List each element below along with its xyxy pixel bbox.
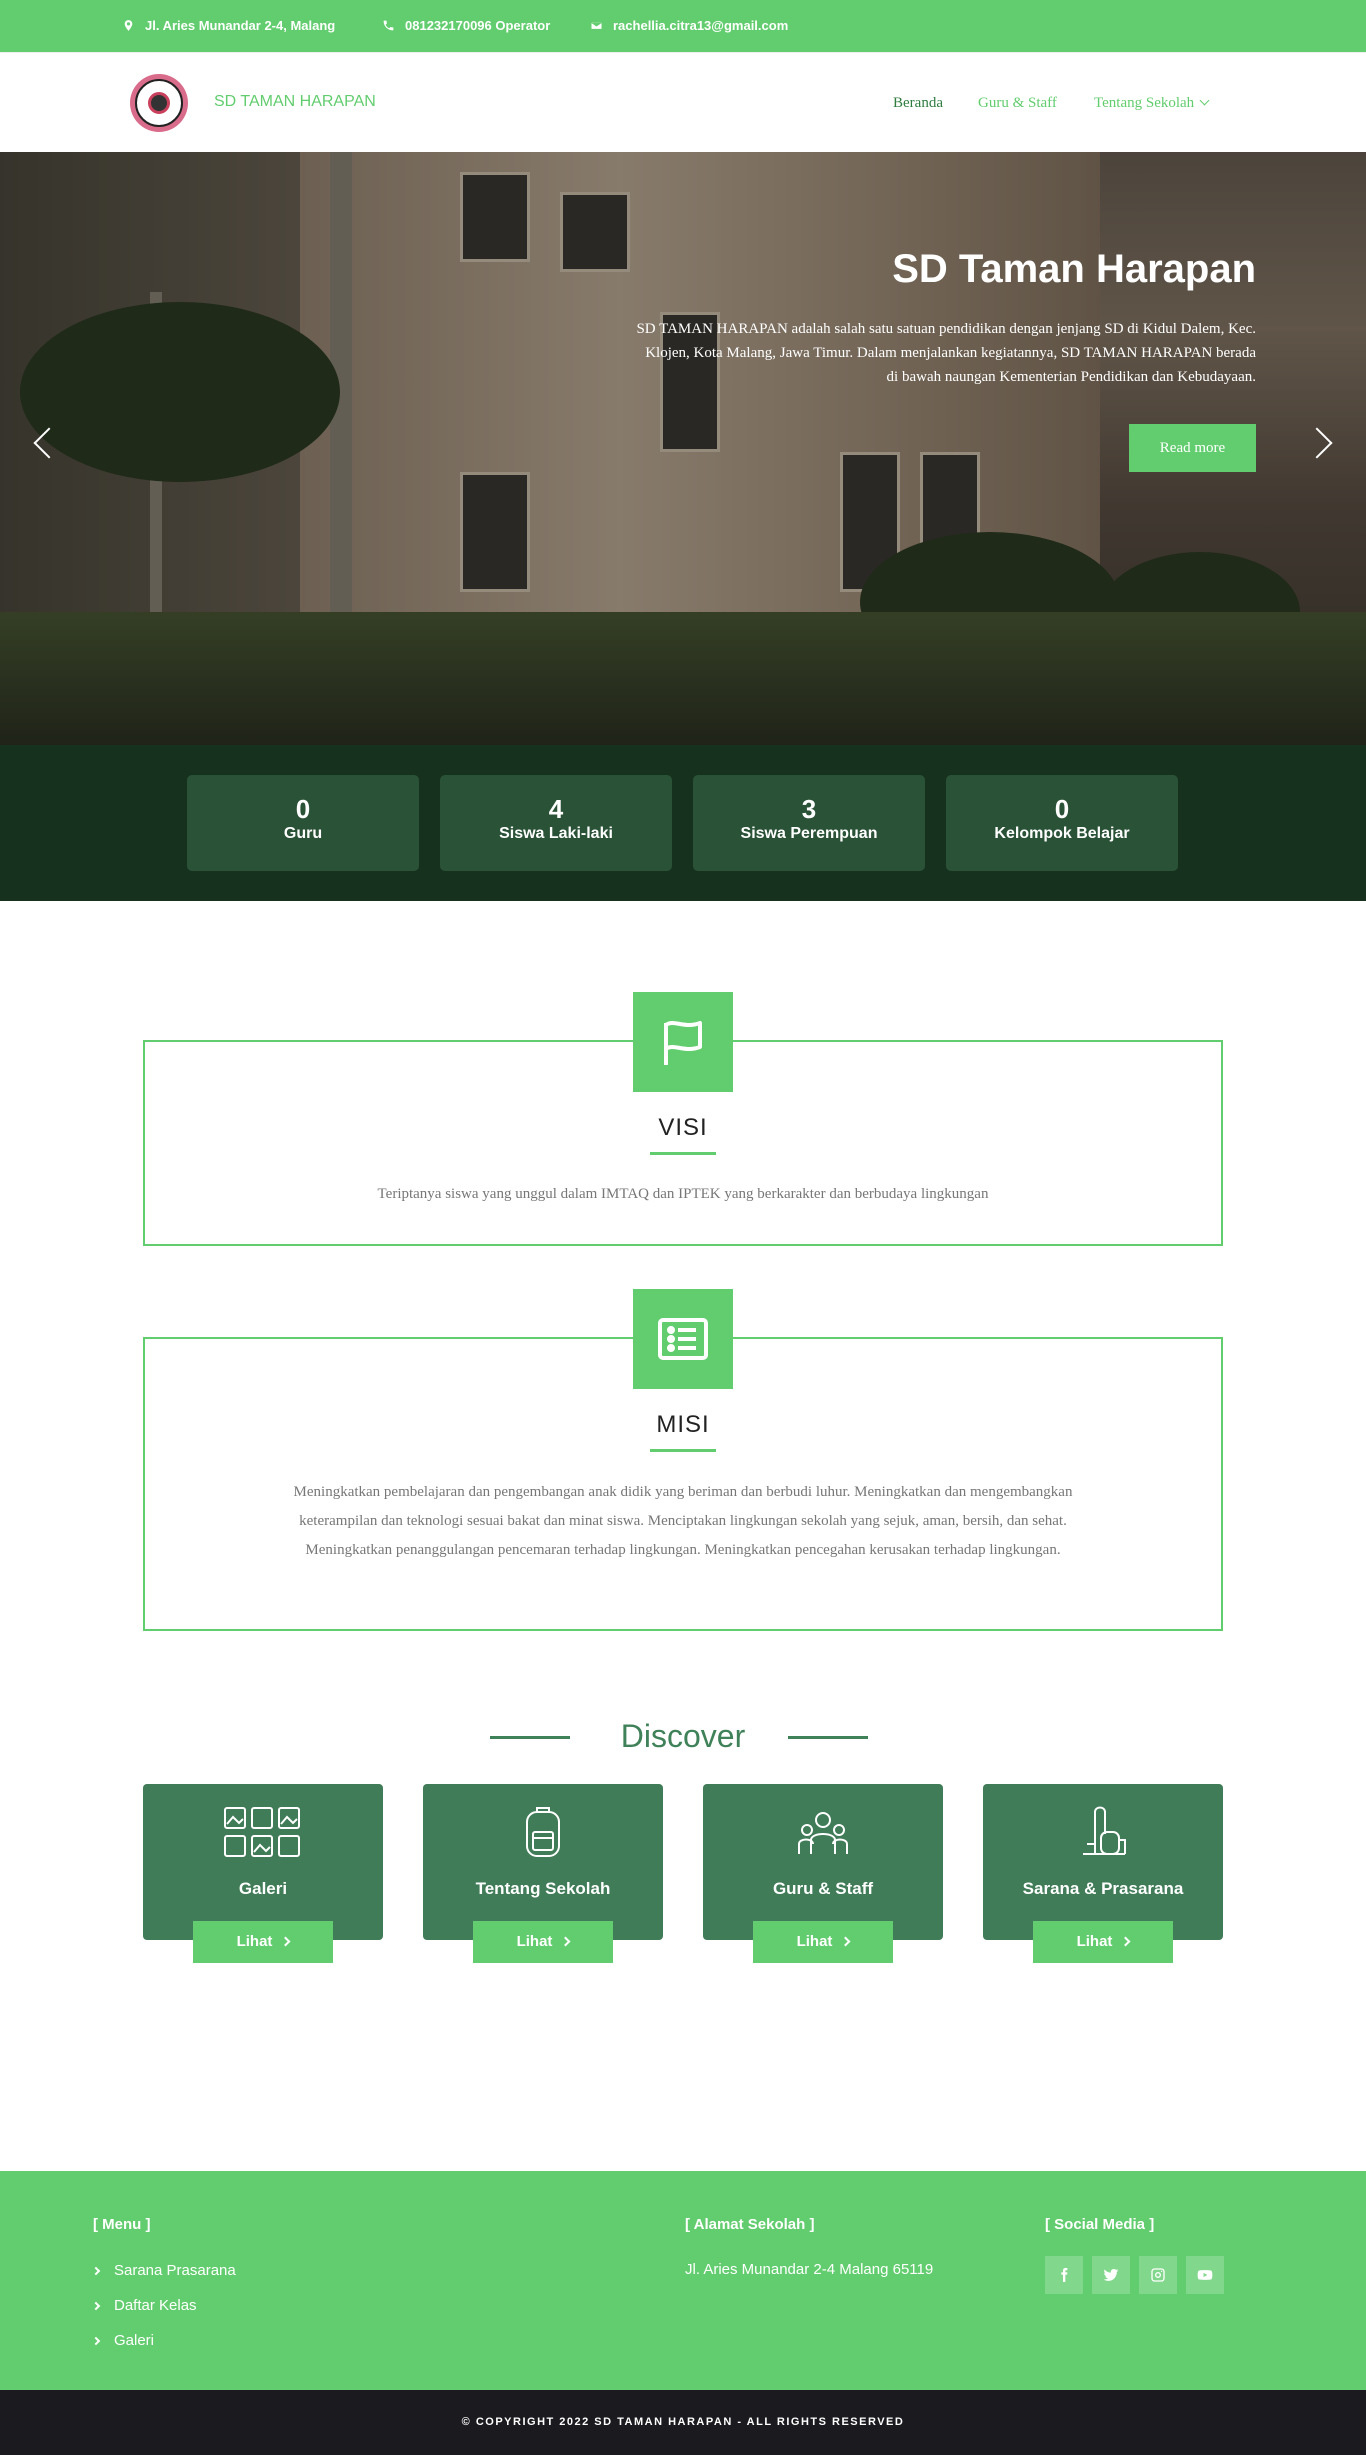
stat-value: 4: [548, 794, 564, 824]
misi-text: Meningkatkan pembelajaran dan pengembang…: [293, 1484, 1073, 1558]
read-more-button[interactable]: Read more: [1129, 424, 1256, 472]
stat-label: Siswa Perempuan: [740, 825, 878, 842]
discover-title: Discover: [620, 1718, 746, 1754]
youtube-icon: [1197, 2270, 1213, 2280]
email-info: rachellia.citra13@gmail.com: [590, 18, 788, 33]
gallery-icon: [224, 1807, 300, 1857]
footer-link-galeri[interactable]: Galeri: [91, 2332, 155, 2349]
address-text: Jl. Aries Munandar 2-4, Malang: [145, 18, 336, 33]
stat-value: 0: [295, 794, 311, 824]
instagram-icon: [1151, 2268, 1165, 2282]
card-guru-staff: Guru & Staff: [703, 1784, 943, 1940]
phone-info: 081232170096 Operator: [382, 18, 550, 33]
footer-social-heading: [ Social Media ]: [1045, 2216, 1155, 2233]
footer-link-label: Galeri: [114, 2332, 155, 2349]
card-title: Guru & Staff: [772, 1879, 874, 1898]
email-text: rachellia.citra13@gmail.com: [613, 18, 789, 33]
footer-link-label: Daftar Kelas: [114, 2297, 197, 2314]
youtube-button[interactable]: [1186, 2256, 1224, 2294]
stat-label: Siswa Laki-laki: [499, 825, 613, 842]
backpack-icon: [526, 1807, 560, 1857]
stat-label: Guru: [283, 825, 323, 842]
footer-link-sarana-prasarana[interactable]: Sarana Prasarana: [91, 2262, 236, 2279]
misi-icon-box: [633, 1289, 733, 1389]
visi-icon-box: [633, 992, 733, 1092]
twitter-button[interactable]: [1092, 2256, 1130, 2294]
visi-divider: [650, 1152, 716, 1155]
button-label: Lihat: [796, 1933, 833, 1950]
phone-icon: [383, 20, 394, 31]
stat-guru: 0 Guru: [187, 775, 419, 871]
button-label: Lihat: [1076, 1933, 1113, 1950]
guru-staff-lihat-button[interactable]: Lihat: [753, 1921, 893, 1963]
footer-link-daftar-kelas[interactable]: Daftar Kelas: [91, 2297, 197, 2314]
flag-icon: [664, 1021, 702, 1065]
card-title: Tentang Sekolah: [475, 1879, 611, 1898]
card-tentang-sekolah: Tentang Sekolah: [423, 1784, 663, 1940]
misi-title: MISI: [656, 1411, 710, 1438]
button-label: Lihat: [236, 1933, 273, 1950]
chevron-right-icon: [91, 2336, 101, 2345]
chevron-right-icon: [91, 2266, 101, 2275]
facebook-icon: [1061, 2268, 1068, 2282]
card-sarana-prasarana: Sarana & Prasarana: [983, 1784, 1223, 1940]
phone-text: 081232170096 Operator: [405, 18, 551, 33]
discover-right-line: [788, 1736, 868, 1739]
people-icon: [798, 1812, 848, 1854]
stat-value: 3: [801, 794, 817, 824]
visi-text: Teriptanya siswa yang unggul dalam IMTAQ…: [377, 1186, 989, 1202]
school-logo[interactable]: [130, 74, 188, 132]
chevron-right-icon: [560, 1936, 571, 1947]
chevron-down-icon: [1199, 95, 1210, 106]
address-info: Jl. Aries Munandar 2-4, Malang: [122, 18, 335, 33]
footer-address: Jl. Aries Munandar 2-4 Malang 65119: [685, 2261, 934, 2278]
brand-name[interactable]: SD TAMAN HARAPAN: [214, 93, 376, 111]
card-title: Sarana & Prasarana: [1022, 1879, 1184, 1898]
site-footer: [ Menu ] Sarana Prasarana Daftar Kelas G…: [0, 2171, 1366, 2390]
stat-value: 0: [1054, 794, 1070, 824]
hero-description: SD TAMAN HARAPAN adalah salah satu satua…: [636, 321, 1256, 385]
chevron-right-icon: [91, 2301, 101, 2310]
footer-address-heading: [ Alamat Sekolah ]: [685, 2216, 815, 2233]
stat-kelompok-belajar: 0 Kelompok Belajar: [946, 775, 1178, 871]
hero-title: SD Taman Harapan: [892, 247, 1256, 291]
copyright-bar: © COPYRIGHT 2022 SD TAMAN HARAPAN - ALL …: [0, 2390, 1366, 2455]
list-icon: [658, 1318, 708, 1360]
site-header: SD TAMAN HARAPAN Beranda Guru & Staff Te…: [0, 52, 1366, 152]
misi-divider: [650, 1449, 716, 1452]
visi-title: VISI: [658, 1114, 708, 1141]
facebook-button[interactable]: [1045, 2256, 1083, 2294]
footer-link-label: Sarana Prasarana: [114, 2262, 236, 2279]
map-marker-icon: [124, 20, 133, 31]
chevron-right-icon: [280, 1936, 291, 1947]
card-title: Galeri: [238, 1879, 288, 1898]
footer-menu-heading: [ Menu ]: [93, 2216, 151, 2233]
nav-guru-staff[interactable]: Guru & Staff: [978, 95, 1057, 112]
stat-siswa-perempuan: 3 Siswa Perempuan: [693, 775, 925, 871]
sarana-prasarana-lihat-button[interactable]: Lihat: [1033, 1921, 1173, 1963]
statistics-section: 0 Guru 4 Siswa Laki-laki 3 Siswa Perempu…: [0, 745, 1366, 901]
nav-tentang-sekolah[interactable]: Tentang Sekolah: [1094, 95, 1210, 112]
twitter-icon: [1103, 2269, 1119, 2281]
nav-tentang-sekolah-label: Tentang Sekolah: [1094, 95, 1195, 111]
top-contact-bar: Jl. Aries Munandar 2-4, Malang 081232170…: [0, 0, 1366, 52]
stat-label: Kelompok Belajar: [994, 825, 1130, 842]
button-label: Lihat: [516, 1933, 553, 1950]
galeri-lihat-button[interactable]: Lihat: [193, 1921, 333, 1963]
hero-carousel: SD Taman Harapan SD TAMAN HARAPAN adalah…: [0, 152, 1366, 745]
stat-siswa-laki-laki: 4 Siswa Laki-laki: [440, 775, 672, 871]
instagram-button[interactable]: [1139, 2256, 1177, 2294]
tentang-sekolah-lihat-button[interactable]: Lihat: [473, 1921, 613, 1963]
chevron-right-icon: [1120, 1936, 1131, 1947]
envelope-icon: [590, 21, 603, 30]
nav-beranda[interactable]: Beranda: [893, 95, 943, 112]
card-galeri: Galeri: [143, 1784, 383, 1940]
chevron-right-icon: [840, 1936, 851, 1947]
facility-icon: [1083, 1806, 1126, 1855]
